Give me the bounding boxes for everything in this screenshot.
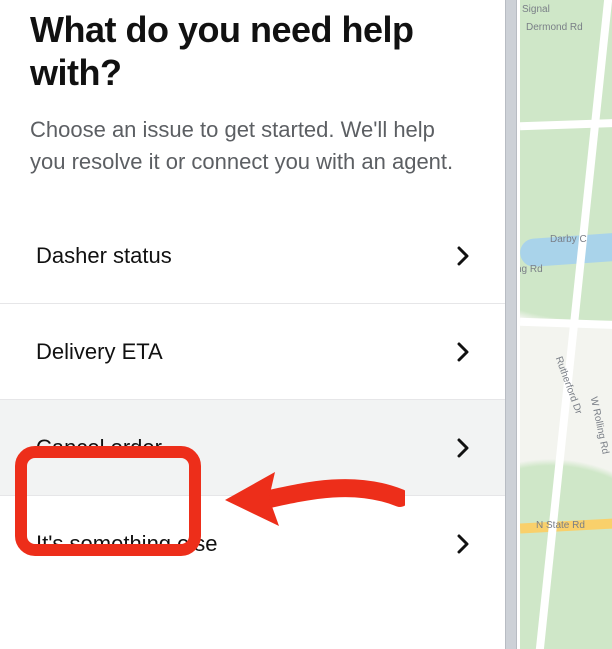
map-sliver[interactable]: Signal Dermond Rd Darby C ng Rd Rutherfo… — [520, 0, 612, 649]
chevron-right-icon — [457, 534, 469, 554]
issue-item-cancel-order[interactable]: Cancel order — [0, 400, 505, 496]
map-label: N State Rd — [536, 520, 585, 531]
issue-list: Dasher status Delivery ETA Cancel order … — [0, 208, 505, 592]
map-label: Signal — [522, 4, 550, 15]
panel-scrollbar[interactable] — [505, 0, 517, 649]
map-label: ng Rd — [520, 264, 543, 275]
help-panel: What do you need help with? Choose an is… — [0, 0, 505, 649]
issue-item-dasher-status[interactable]: Dasher status — [0, 208, 505, 304]
chevron-right-icon — [457, 438, 469, 458]
help-title: What do you need help with? — [0, 8, 505, 114]
issue-item-label: Dasher status — [36, 243, 172, 269]
help-subtitle: Choose an issue to get started. We'll he… — [0, 114, 505, 208]
chevron-right-icon — [457, 342, 469, 362]
map-label: Dermond Rd — [526, 22, 583, 33]
issue-item-something-else[interactable]: It's something else — [0, 496, 505, 592]
issue-item-label: Cancel order — [36, 435, 162, 461]
map-label: Darby C — [550, 234, 587, 245]
issue-item-label: It's something else — [36, 531, 218, 557]
issue-item-label: Delivery ETA — [36, 339, 163, 365]
issue-item-delivery-eta[interactable]: Delivery ETA — [0, 304, 505, 400]
screenshot-root: Signal Dermond Rd Darby C ng Rd Rutherfo… — [0, 0, 612, 649]
chevron-right-icon — [457, 246, 469, 266]
